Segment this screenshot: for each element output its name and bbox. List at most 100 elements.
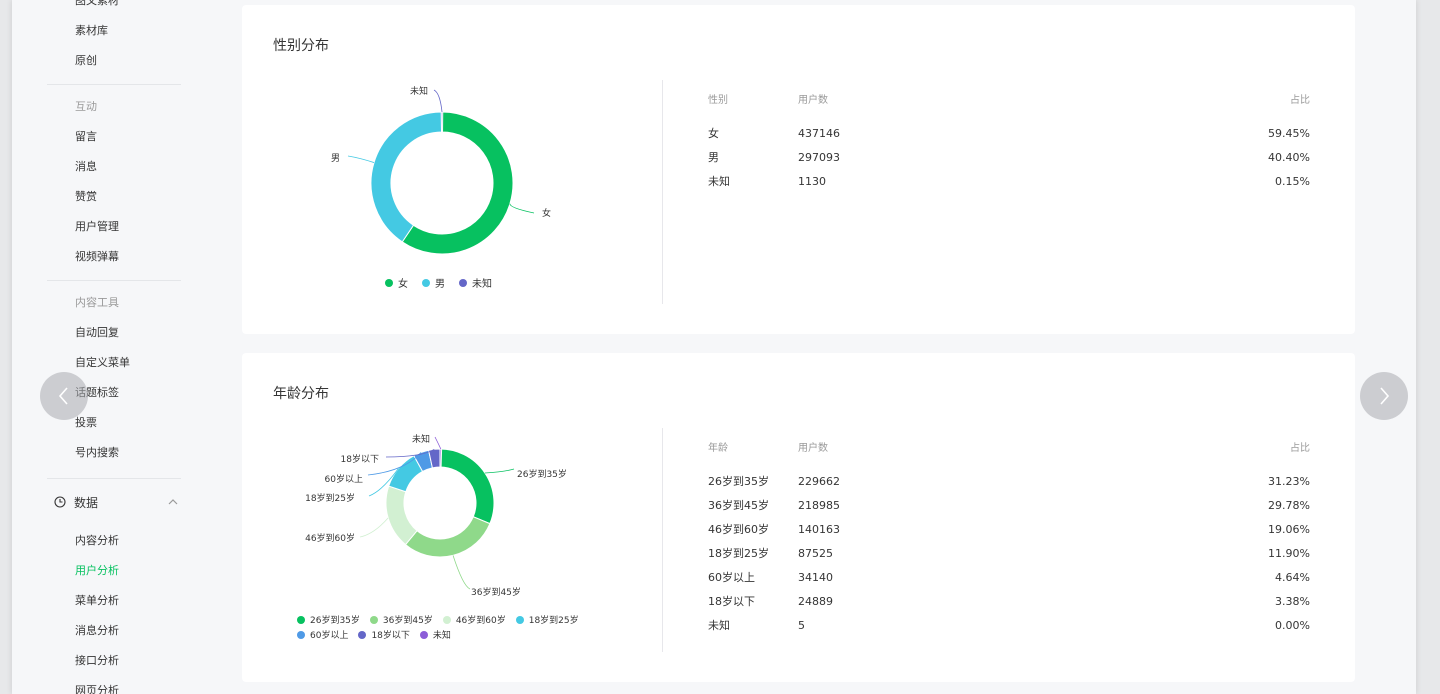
- card-divider: [662, 80, 663, 304]
- sidebar-section-data[interactable]: 数据: [54, 494, 178, 510]
- cell-label: 未知: [708, 175, 730, 188]
- sidebar-item-vote[interactable]: 投票: [75, 416, 97, 430]
- sidebar-item-comments[interactable]: 留言: [75, 130, 97, 144]
- donut-slice: [404, 516, 491, 558]
- sidebar-item-image-material[interactable]: 图文素材: [75, 0, 119, 8]
- cell-users: 5: [798, 619, 805, 632]
- legend-item[interactable]: 26岁到35岁: [297, 613, 360, 626]
- slice-label: 女: [542, 207, 551, 219]
- col-header: 年龄: [708, 443, 728, 454]
- slice-label: 26岁到35岁: [517, 468, 567, 480]
- chevron-left-icon: [58, 387, 68, 405]
- legend-dot: [297, 630, 305, 639]
- legend-item[interactable]: 46岁到60岁: [442, 613, 506, 626]
- legend-label: 18岁到25岁: [528, 616, 579, 626]
- next-button[interactable]: [1360, 372, 1408, 420]
- sidebar-item-material-library[interactable]: 素材库: [75, 24, 108, 38]
- cell-label: 未知: [708, 619, 730, 632]
- leader-line: [484, 468, 515, 474]
- legend-label: 26岁到35岁: [310, 616, 360, 626]
- slice-label: 18岁以下: [341, 453, 379, 465]
- leader-line: [433, 89, 443, 113]
- sidebar-item-content-analysis[interactable]: 内容分析: [75, 534, 119, 548]
- sidebar-item-video-danmaku[interactable]: 视频弹幕: [75, 250, 119, 264]
- cell-users: 218985: [798, 499, 840, 512]
- sidebar-item-in-account-search[interactable]: 号内搜索: [75, 446, 119, 460]
- legend-label: 未知: [432, 631, 451, 641]
- legend-dot: [422, 278, 430, 287]
- donut-slice: [439, 448, 495, 525]
- sidebar-item-web-analysis[interactable]: 网页分析: [75, 684, 119, 694]
- legend-row: 26岁到35岁 36岁到45岁 46岁到60岁 18岁到25岁: [297, 613, 589, 626]
- sidebar-group-interact: 互动: [75, 100, 97, 113]
- legend-row: 60岁以上 18岁以下 未知: [297, 628, 589, 641]
- sidebar-item-user-analysis[interactable]: 用户分析: [75, 564, 119, 578]
- cell-ratio: 0.15%: [1275, 175, 1310, 188]
- col-header: 用户数: [798, 443, 828, 454]
- sidebar-item-messages[interactable]: 消息: [75, 160, 97, 174]
- legend-item[interactable]: 18岁到25岁: [515, 613, 579, 626]
- table-row: 26岁到35岁 229662 31.23%: [708, 474, 1310, 490]
- cell-label: 36岁到45岁: [708, 499, 769, 512]
- table-row: 女 437146 59.45%: [708, 126, 1310, 142]
- legend-label: 未知: [472, 279, 492, 290]
- table-row: 60岁以上 34140 4.64%: [708, 570, 1310, 586]
- sidebar-item-api-analysis[interactable]: 接口分析: [75, 654, 119, 668]
- chart-legend: 26岁到35岁 36岁到45岁 46岁到60岁 18岁到25岁 60岁以上 18岁以下 未知: [297, 613, 589, 643]
- legend-item[interactable]: 60岁以上: [297, 628, 348, 641]
- chevron-right-icon: [1380, 387, 1390, 405]
- donut-slice: [370, 111, 443, 243]
- card-divider: [662, 428, 663, 652]
- table-row: 男 297093 40.40%: [708, 150, 1310, 166]
- age-card: 年龄分布 26岁到35岁 36岁到45岁 46岁到60岁 18岁到25岁 60岁以上 18…: [242, 353, 1355, 682]
- sidebar-item-message-analysis[interactable]: 消息分析: [75, 624, 119, 638]
- table-row: 46岁到60岁 140163 19.06%: [708, 522, 1310, 538]
- cell-ratio: 3.38%: [1275, 595, 1310, 608]
- donut-slice: [385, 485, 418, 546]
- sidebar-group-content-tools: 内容工具: [75, 296, 119, 309]
- prev-button[interactable]: [40, 372, 88, 420]
- cell-ratio: 59.45%: [1268, 127, 1310, 140]
- cell-users: 229662: [798, 475, 840, 488]
- legend-item[interactable]: 未知: [419, 628, 451, 641]
- table-row: 18岁到25岁 87525 11.90%: [708, 546, 1310, 562]
- table-header: 年龄 用户数 占比: [708, 441, 1310, 457]
- leader-line: [434, 436, 442, 450]
- sidebar-item-auto-reply[interactable]: 自动回复: [75, 326, 119, 340]
- cell-users: 140163: [798, 523, 840, 536]
- col-header: 性别: [708, 95, 728, 106]
- cell-users: 437146: [798, 127, 840, 140]
- legend-dot: [419, 630, 428, 639]
- legend-label: 36岁到45岁: [382, 616, 433, 626]
- legend-label: 60岁以上: [310, 631, 349, 641]
- legend-label: 18岁以下: [371, 631, 410, 641]
- cell-users: 1130: [798, 175, 826, 188]
- sidebar-item-menu-analysis[interactable]: 菜单分析: [75, 594, 119, 608]
- cell-label: 男: [708, 151, 719, 164]
- legend-item[interactable]: 男: [422, 275, 445, 290]
- sidebar-item-rewards[interactable]: 赞赏: [75, 190, 97, 204]
- legend-item[interactable]: 18岁以下: [358, 628, 410, 641]
- col-header: 占比: [1290, 443, 1310, 454]
- legend-item[interactable]: 女: [385, 275, 408, 290]
- sidebar-item-user-management[interactable]: 用户管理: [75, 220, 119, 234]
- chart-legend: 女 男 未知: [385, 275, 506, 292]
- chevron-up-icon[interactable]: [168, 497, 178, 507]
- leader-line: [509, 203, 535, 214]
- slice-label: 未知: [410, 85, 428, 97]
- cell-ratio: 29.78%: [1268, 499, 1310, 512]
- sidebar-section-label: 数据: [74, 495, 99, 510]
- cell-ratio: 19.06%: [1268, 523, 1310, 536]
- gender-card: 性别分布 女男未知 女男未知 性别 用户数 占比 女 437146 59.45%…: [242, 5, 1355, 334]
- legend-item[interactable]: 36岁到45岁: [369, 613, 433, 626]
- cell-label: 26岁到35岁: [708, 475, 769, 488]
- legend-item[interactable]: 未知: [459, 275, 492, 290]
- sidebar-item-custom-menu[interactable]: 自定义菜单: [75, 356, 130, 370]
- col-header: 用户数: [798, 95, 828, 106]
- donut-slice: [440, 111, 444, 133]
- sidebar-item-original[interactable]: 原创: [75, 54, 97, 68]
- legend-dot: [385, 278, 393, 287]
- slice-label: 未知: [412, 433, 430, 445]
- table-row: 未知 5 0.00%: [708, 618, 1310, 634]
- cell-ratio: 11.90%: [1268, 547, 1310, 560]
